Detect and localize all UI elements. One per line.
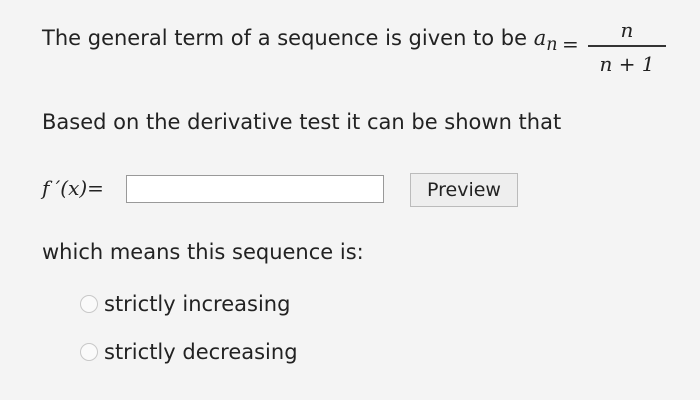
equals-sign: = <box>562 32 579 56</box>
question-line-1: The general term of a sequence is given … <box>42 26 528 50</box>
term-subscript: n <box>546 35 558 56</box>
radio-button-icon[interactable] <box>80 295 98 313</box>
option-strictly-decreasing[interactable]: strictly decreasing <box>80 340 298 364</box>
option-label: strictly increasing <box>104 292 291 316</box>
derivative-label: f ′(x)= <box>42 176 104 200</box>
term-symbol: a <box>533 26 547 50</box>
sequence-term: an <box>533 26 558 55</box>
fraction-bar <box>588 45 666 47</box>
fraction-numerator: n <box>620 18 634 42</box>
question-line-3: which means this sequence is: <box>42 240 364 264</box>
fraction-denominator: n + 1 <box>599 52 655 76</box>
derivative-answer-input[interactable] <box>126 175 384 203</box>
question-line-2: Based on the derivative test it can be s… <box>42 110 562 134</box>
question-text-general-term: The general term of a sequence is given … <box>42 26 558 55</box>
option-label: strictly decreasing <box>104 340 298 364</box>
radio-button-icon[interactable] <box>80 343 98 361</box>
preview-button[interactable]: Preview <box>410 173 518 207</box>
general-term-fraction: n n + 1 <box>588 18 666 76</box>
derivative-expression: f ′(x)= <box>42 176 104 200</box>
option-strictly-increasing[interactable]: strictly increasing <box>80 292 290 316</box>
